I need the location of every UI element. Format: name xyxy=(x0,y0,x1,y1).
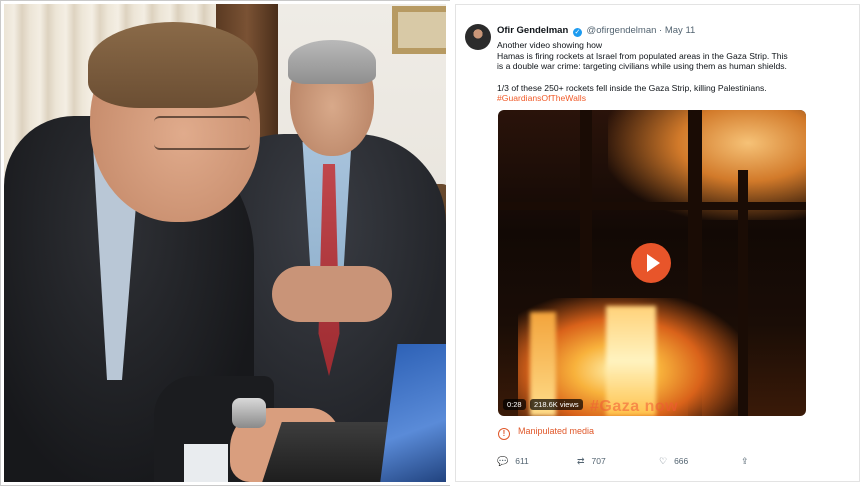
reply-button[interactable]: 💬 611 xyxy=(497,456,529,467)
tweet-line: 1/3 of these 250+ rockets fell inside th… xyxy=(497,82,767,93)
eyeglasses xyxy=(154,116,250,150)
heart-icon: ♡ xyxy=(659,456,668,466)
manipulated-media-text: Manipulated media xyxy=(518,426,595,436)
retweet-icon: ⇄ xyxy=(577,456,585,466)
tweet-date[interactable]: May 11 xyxy=(665,25,695,36)
share-button[interactable]: ⇪ xyxy=(741,456,756,467)
like-button[interactable]: ♡ 666 xyxy=(659,456,688,467)
like-count: 666 xyxy=(674,456,689,466)
author-handle[interactable]: @ofirgendelman xyxy=(587,25,657,36)
foreground-man-hair xyxy=(88,22,258,108)
avatar[interactable] xyxy=(465,24,491,50)
alert-circle-icon: ! xyxy=(498,428,510,440)
tweet-header: Ofir Gendelman ✓ @ofirgendelman · May 11 xyxy=(497,25,695,37)
tweet-paragraph-1: Another video showing how Hamas is firin… xyxy=(497,40,842,72)
verified-badge-icon: ✓ xyxy=(572,28,582,37)
meeting-photo xyxy=(4,4,446,482)
tweet-line: is a double war crime: targeting civilia… xyxy=(497,61,787,72)
share-icon: ⇪ xyxy=(741,456,749,466)
author-name[interactable]: Ofir Gendelman xyxy=(497,25,568,36)
play-button[interactable] xyxy=(631,243,671,283)
video-player[interactable]: 0:28 218.6K views #Gaza now xyxy=(498,110,806,416)
manipulated-media-label[interactable]: ! Manipulated media xyxy=(498,426,594,440)
video-duration: 0:28 xyxy=(503,399,526,410)
tweet-paragraph-2: 1/3 of these 250+ rockets fell inside th… xyxy=(497,83,842,104)
video-watermark: #Gaza now xyxy=(590,398,679,415)
retweet-button[interactable]: ⇄ 707 xyxy=(577,456,606,467)
tweet-text: Another video showing how Hamas is firin… xyxy=(497,40,842,104)
retweet-count: 707 xyxy=(591,456,606,466)
video-beam xyxy=(498,202,806,210)
wall-picture-frame xyxy=(392,6,446,54)
play-icon xyxy=(647,254,660,272)
wristwatch xyxy=(232,398,266,428)
reply-icon: 💬 xyxy=(497,456,509,466)
reply-count: 611 xyxy=(515,456,529,466)
tweet-line: Hamas is firing rockets at Israel from p… xyxy=(497,50,788,61)
seated-man-hair xyxy=(288,40,376,84)
tweet-line: Another video showing how xyxy=(497,40,603,50)
header-separator: · xyxy=(659,25,663,36)
video-views: 218.6K views xyxy=(530,399,583,410)
tweet-actions: 💬 611 ⇄ 707 ♡ 666 ⇪ xyxy=(497,456,757,470)
shirt-cuff xyxy=(184,444,228,482)
hashtag-link[interactable]: #GuardiansOfTheWalls xyxy=(497,93,586,103)
seated-man-hands xyxy=(272,266,392,322)
